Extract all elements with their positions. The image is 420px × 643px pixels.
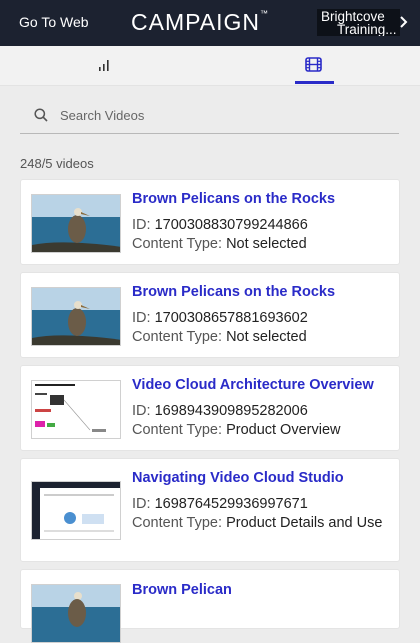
- video-id: 1700308657881693602: [154, 310, 308, 326]
- search-icon: [34, 108, 48, 127]
- chevron-right-icon[interactable]: [400, 16, 408, 31]
- search-bar: [20, 98, 399, 134]
- content-type-value: Product Overview: [226, 422, 341, 438]
- video-list-item[interactable]: Brown Pelicans on the Rocks ID: 17003086…: [20, 272, 400, 358]
- bar-chart-icon: [99, 60, 109, 71]
- video-title[interactable]: Brown Pelican: [132, 581, 394, 600]
- content-type-value: Not selected: [226, 329, 307, 345]
- content-type-line: Content Type: Product Details and Use: [132, 515, 383, 531]
- content-type-line: Content Type: Not selected: [132, 329, 307, 345]
- video-list-item[interactable]: Video Cloud Architecture Overview ID: 16…: [20, 365, 400, 451]
- content-type-value: Product Details and Use: [226, 515, 383, 531]
- video-id-line: ID: 1700308830799244866: [132, 217, 308, 233]
- video-id: 1698764529936997671: [154, 496, 308, 512]
- results-count: 248/5 videos: [20, 156, 94, 171]
- video-id-line: ID: 1698764529936997671: [132, 496, 308, 512]
- video-thumbnail: [31, 481, 121, 540]
- video-list-item[interactable]: Brown Pelicans on the Rocks ID: 17003088…: [20, 179, 400, 265]
- training-label-line2: Training...: [337, 22, 397, 36]
- video-list-item[interactable]: Navigating Video Cloud Studio ID: 169876…: [20, 458, 400, 562]
- content-type-line: Content Type: Not selected: [132, 236, 307, 252]
- video-list-item[interactable]: Brown Pelican: [20, 569, 400, 643]
- video-title[interactable]: Navigating Video Cloud Studio: [132, 469, 394, 488]
- video-info: Video Cloud Architecture Overview ID: 16…: [132, 366, 394, 440]
- video-thumbnail: [31, 380, 121, 439]
- video-info: Brown Pelicans on the Rocks ID: 17003088…: [132, 180, 394, 254]
- video-id-line: ID: 1700308657881693602: [132, 310, 308, 326]
- video-thumbnail: [31, 194, 121, 253]
- training-button[interactable]: Brightcove Training...: [317, 9, 400, 36]
- content-type-value: Not selected: [226, 236, 307, 252]
- top-bar: Go To Web CAMPAIGN™ Brightcove Training.…: [0, 0, 420, 46]
- tab-bar: [0, 46, 420, 86]
- video-id-line: ID: 1698943909895282006: [132, 403, 308, 419]
- search-input[interactable]: [60, 104, 380, 126]
- video-info: Brown Pelican: [132, 570, 394, 600]
- tab-videos[interactable]: [305, 57, 322, 77]
- tab-analytics[interactable]: [98, 58, 110, 76]
- video-title[interactable]: Brown Pelicans on the Rocks: [132, 190, 394, 209]
- video-info: Navigating Video Cloud Studio ID: 169876…: [132, 459, 394, 533]
- video-id: 1700308830799244866: [154, 217, 308, 233]
- content-type-line: Content Type: Product Overview: [132, 422, 341, 438]
- video-thumbnail: [31, 584, 121, 643]
- video-title[interactable]: Brown Pelicans on the Rocks: [132, 283, 394, 302]
- video-id: 1698943909895282006: [154, 403, 308, 419]
- video-info: Brown Pelicans on the Rocks ID: 17003086…: [132, 273, 394, 347]
- video-title[interactable]: Video Cloud Architecture Overview: [132, 376, 394, 395]
- video-thumbnail: [31, 287, 121, 346]
- film-icon: [305, 57, 322, 72]
- active-tab-indicator: [295, 81, 334, 84]
